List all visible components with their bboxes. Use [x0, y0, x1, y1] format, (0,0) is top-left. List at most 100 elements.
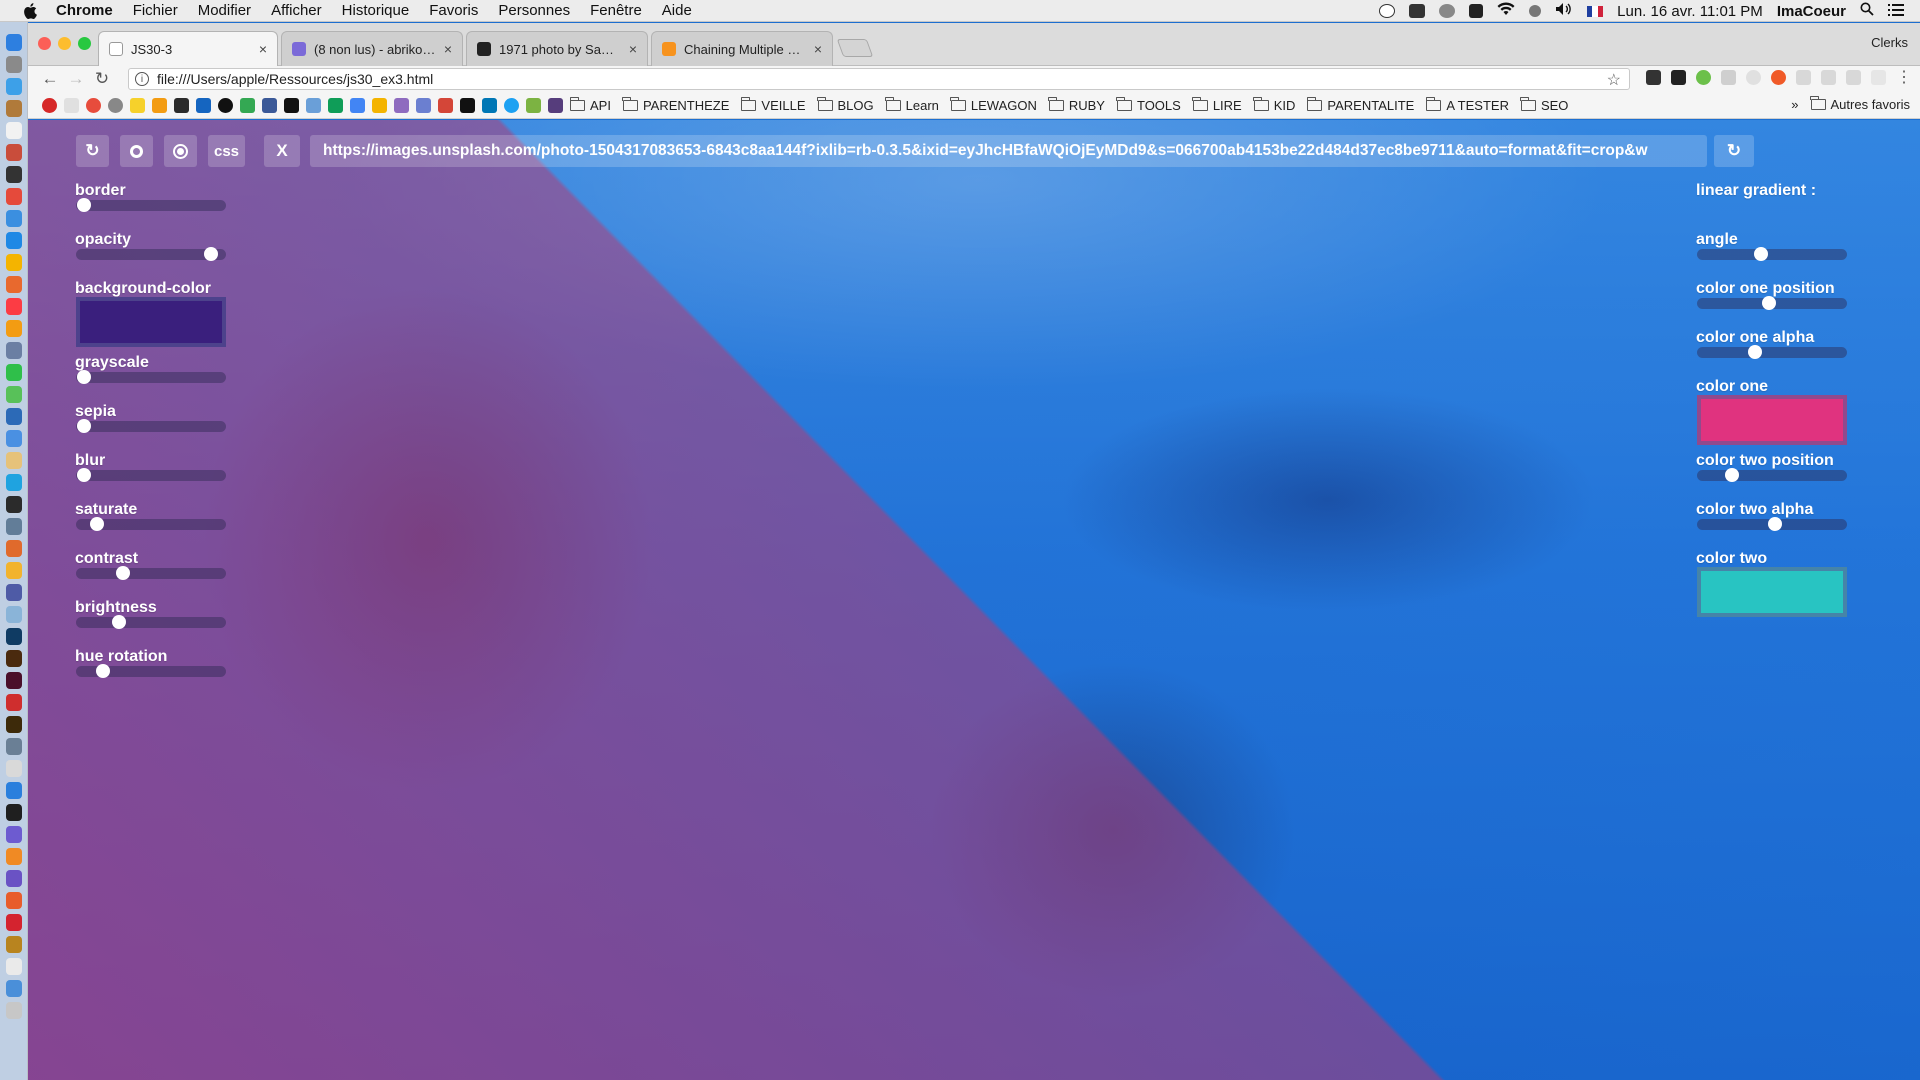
- tab-blend-modes[interactable]: Chaining Multiple Blend Mode ×: [651, 31, 833, 66]
- messages-icon[interactable]: [5, 364, 22, 381]
- slider-thumb[interactable]: [77, 468, 91, 482]
- minimize-window-button[interactable]: [58, 37, 71, 50]
- other-bookmarks-folder[interactable]: Autres favoris: [1810, 96, 1910, 112]
- app-gold-icon[interactable]: [5, 936, 22, 953]
- system-prefs-icon[interactable]: [5, 518, 22, 535]
- target-button[interactable]: [164, 135, 197, 167]
- bookmark-folder-kid[interactable]: KID: [1253, 96, 1295, 113]
- cast-icon[interactable]: [1846, 70, 1861, 85]
- firefox-icon[interactable]: [5, 276, 22, 293]
- trash-icon[interactable]: [5, 1002, 22, 1019]
- menubar-user[interactable]: ImaCoeur: [1777, 3, 1846, 20]
- sync-status-icon[interactable]: [1379, 4, 1396, 18]
- menu-favoris[interactable]: Favoris: [429, 2, 478, 19]
- medium-icon[interactable]: [460, 97, 475, 113]
- slider-thumb[interactable]: [77, 198, 91, 212]
- slider-thumb[interactable]: [77, 370, 91, 384]
- illustrator-icon[interactable]: [5, 650, 22, 667]
- facebook-icon[interactable]: [262, 97, 277, 113]
- info-icon[interactable]: i: [135, 72, 149, 86]
- css-button[interactable]: css: [208, 135, 245, 167]
- cloud-icon[interactable]: [1439, 4, 1456, 18]
- close-tab-icon[interactable]: ×: [814, 41, 822, 57]
- bookmark-folder-parentalite[interactable]: PARENTALITE: [1306, 96, 1414, 113]
- wordreference-icon[interactable]: [306, 97, 321, 113]
- docs-icon[interactable]: [350, 97, 365, 113]
- volume-icon[interactable]: [1555, 2, 1573, 20]
- border-slider[interactable]: [76, 198, 226, 212]
- apple-menu-icon[interactable]: [20, 1, 40, 21]
- blur-slider[interactable]: [76, 468, 226, 482]
- notes-icon[interactable]: [5, 144, 22, 161]
- app-wifi-icon[interactable]: [5, 848, 22, 865]
- zoom-window-button[interactable]: [78, 37, 91, 50]
- console-icon[interactable]: [5, 804, 22, 821]
- google-drive-icon[interactable]: [240, 97, 255, 113]
- indesign-icon[interactable]: [5, 672, 22, 689]
- wifi-icon[interactable]: [1497, 2, 1515, 20]
- bookmark-folder-a-tester[interactable]: A TESTER: [1425, 96, 1509, 113]
- acrobat-icon[interactable]: [5, 694, 22, 711]
- bookmark-purple-icon[interactable]: [394, 97, 409, 113]
- downloads-folder-icon[interactable]: [5, 980, 22, 997]
- color-two-alpha-slider[interactable]: [1697, 517, 1847, 531]
- slider-thumb[interactable]: [1747, 345, 1762, 359]
- slides-icon[interactable]: [372, 97, 387, 113]
- color-one-position-slider[interactable]: [1697, 296, 1847, 310]
- slider-thumb[interactable]: [95, 664, 110, 678]
- kobo-icon[interactable]: [5, 914, 22, 931]
- app-flame-icon[interactable]: [5, 892, 22, 909]
- menu-app-name[interactable]: Chrome: [56, 2, 113, 19]
- linkedin-icon[interactable]: [482, 97, 497, 113]
- menu-modifier[interactable]: Modifier: [198, 2, 251, 19]
- close-button[interactable]: X: [264, 135, 300, 167]
- slider-thumb[interactable]: [1724, 468, 1739, 482]
- slider-thumb[interactable]: [115, 566, 130, 580]
- app-star-icon[interactable]: [5, 826, 22, 843]
- tab-unsplash-photo[interactable]: 1971 photo by Sam Manns (@ ×: [466, 31, 648, 66]
- mail-icon[interactable]: [5, 342, 22, 359]
- bookmark-dark-icon[interactable]: [174, 97, 189, 113]
- saturate-slider[interactable]: [76, 517, 226, 531]
- brightness-slider[interactable]: [76, 615, 226, 629]
- music-icon[interactable]: [5, 188, 22, 205]
- tab-yahoo-mail[interactable]: (8 non lus) - abriko@yahoo.fr - ×: [281, 31, 463, 66]
- app-dark-blue-icon[interactable]: [5, 408, 22, 425]
- launchpad-icon[interactable]: [5, 56, 22, 73]
- bookmark-f-icon[interactable]: [86, 97, 101, 113]
- extension-list-icon[interactable]: [1871, 70, 1886, 85]
- notification-center-icon[interactable]: [1888, 3, 1904, 20]
- bookmark-folder-blog[interactable]: BLOG: [817, 96, 874, 113]
- dictionary-icon[interactable]: [5, 430, 22, 447]
- close-tab-icon[interactable]: ×: [259, 41, 267, 57]
- app-blue-icon[interactable]: [5, 232, 22, 249]
- refresh-button[interactable]: ↻: [1714, 135, 1754, 167]
- app-purple-icon[interactable]: [5, 870, 22, 887]
- color-two-position-slider[interactable]: [1697, 468, 1847, 482]
- menu-historique[interactable]: Historique: [342, 2, 410, 19]
- bookmark-flag-icon[interactable]: [196, 97, 211, 113]
- extension-pin-icon[interactable]: [1671, 70, 1686, 85]
- menu-aide[interactable]: Aide: [662, 2, 692, 19]
- skype-icon[interactable]: [5, 474, 22, 491]
- calendar-icon[interactable]: [5, 122, 22, 139]
- slider-thumb[interactable]: [1767, 517, 1782, 531]
- photoshop-icon[interactable]: [5, 628, 22, 645]
- window-manager-icon[interactable]: [1469, 4, 1484, 18]
- bookmark-p-icon[interactable]: [130, 97, 145, 113]
- french-flag-icon[interactable]: [1587, 5, 1604, 17]
- slider-thumb[interactable]: [1762, 296, 1777, 310]
- slider-thumb[interactable]: [77, 419, 91, 433]
- bookmark-mail-icon[interactable]: [416, 97, 431, 113]
- finder-icon[interactable]: [5, 34, 22, 51]
- utilities-icon[interactable]: [5, 760, 22, 777]
- back-arrow-icon[interactable]: ←: [38, 68, 62, 90]
- menu-personnes[interactable]: Personnes: [498, 2, 570, 19]
- vlc-icon[interactable]: [5, 562, 22, 579]
- contacts-icon[interactable]: [5, 100, 22, 117]
- color-one-picker[interactable]: [1697, 395, 1847, 445]
- gmail-icon[interactable]: [438, 97, 453, 113]
- close-window-button[interactable]: [38, 37, 51, 50]
- hue-rotation-slider[interactable]: [76, 664, 226, 678]
- bookmark-folder-lire[interactable]: LIRE: [1192, 96, 1242, 113]
